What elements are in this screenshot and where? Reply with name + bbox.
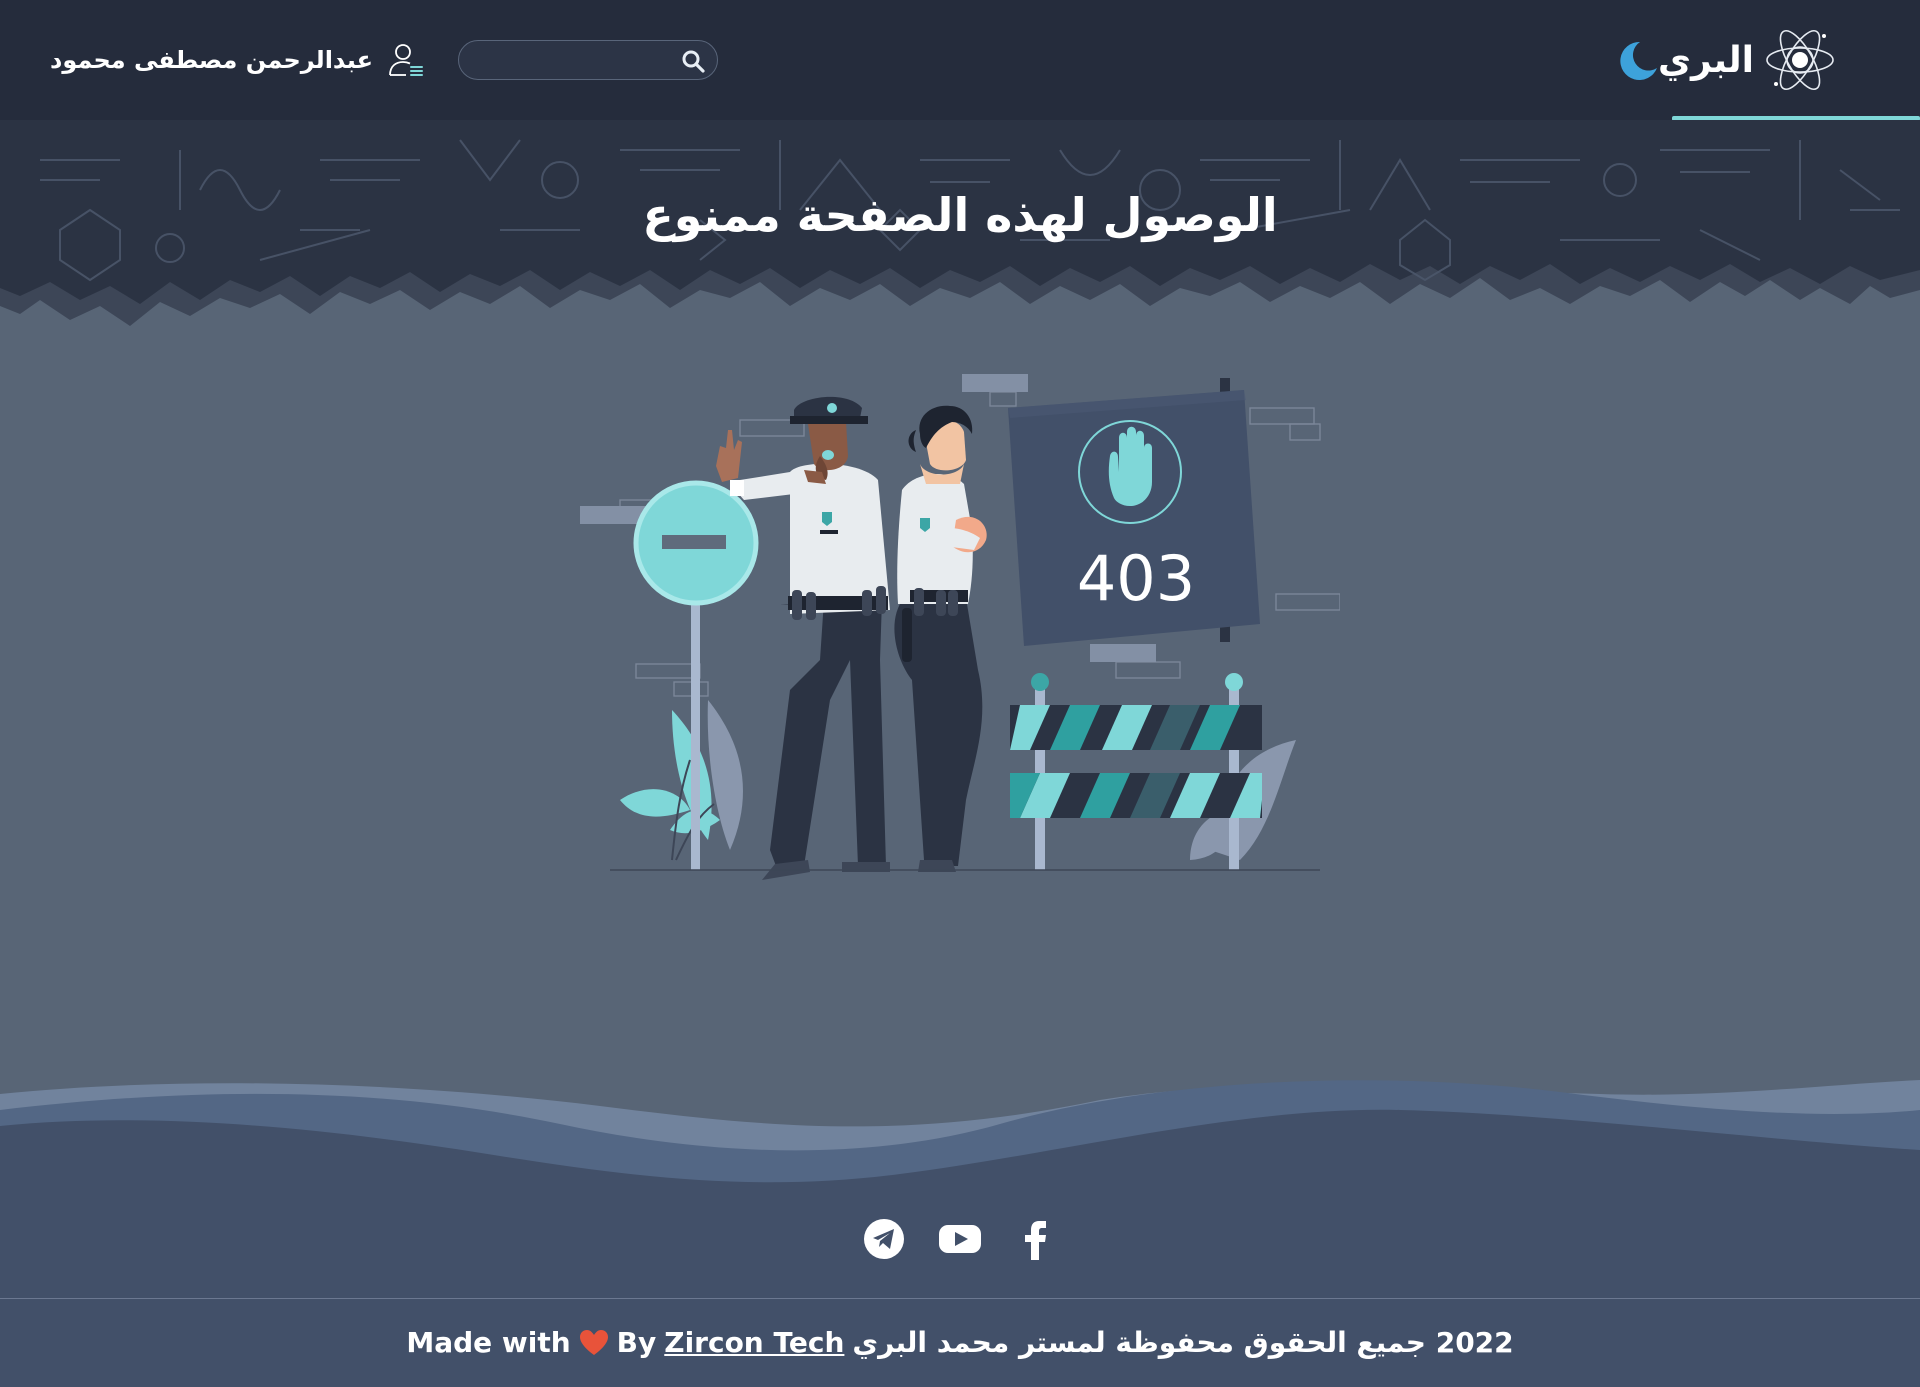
brand-home-link[interactable]: البري	[1658, 22, 1836, 98]
top-navbar: البري عبدالرحمن مصطفى محمود	[0, 0, 1920, 121]
brand-name: البري	[1658, 39, 1754, 81]
facebook-icon[interactable]	[1013, 1216, 1059, 1262]
social-links	[0, 1216, 1920, 1266]
user-name: عبدالرحمن مصطفى محمود	[50, 46, 373, 74]
dark-mode-moon-icon[interactable]	[1614, 38, 1660, 84]
forbidden-403-board: 403	[1008, 378, 1260, 646]
heart-icon	[579, 1329, 608, 1355]
footer-divider	[0, 1298, 1920, 1299]
telegram-icon[interactable]	[861, 1216, 907, 1262]
search-input[interactable]	[475, 47, 669, 75]
police-officer-woman	[894, 405, 987, 872]
search-icon[interactable]	[681, 49, 705, 73]
error-code: 403	[1077, 542, 1195, 615]
atom-logo-icon	[1766, 29, 1834, 91]
plant-left	[620, 700, 743, 861]
access-denied-illustration: 403	[580, 374, 1340, 880]
user-list-icon	[389, 44, 423, 76]
made-with-text: Made with	[406, 1326, 571, 1359]
police-officer-man	[716, 396, 890, 880]
copyright-text: 2022 جميع الحقوق محفوظة لمستر محمد البري	[852, 1326, 1514, 1359]
youtube-icon[interactable]	[937, 1216, 983, 1262]
zircon-tech-link[interactable]: Zircon Tech	[664, 1326, 844, 1359]
copyright-bar: Made with By Zircon Tech 2022 جميع الحقو…	[0, 1326, 1920, 1359]
page-title: الوصول لهذه الصفحة ممنوع	[642, 188, 1278, 242]
user-menu[interactable]: عبدالرحمن مصطفى محمود	[50, 36, 425, 84]
by-text: By	[616, 1326, 657, 1359]
search-box	[458, 40, 718, 80]
